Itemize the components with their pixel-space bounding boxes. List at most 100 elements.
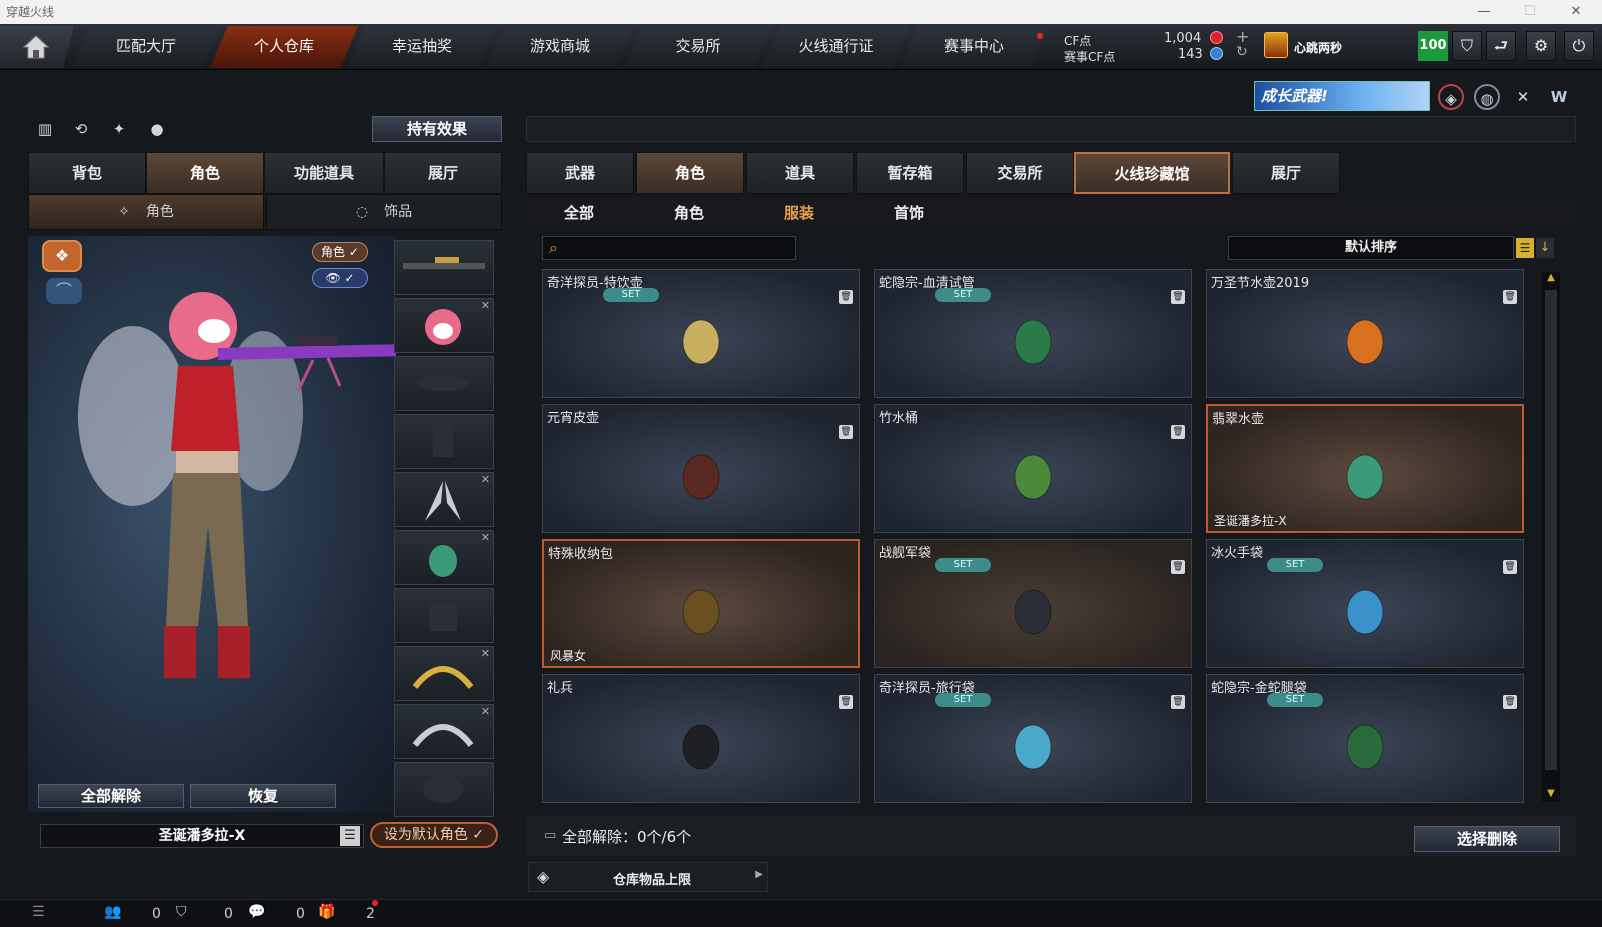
settings-gear-icon[interactable]: ⚙	[1526, 31, 1556, 61]
scroll-down-icon[interactable]: ▼	[1545, 788, 1557, 802]
rotate-icon[interactable]: ⟲	[68, 116, 94, 142]
item-card[interactable]: 蛇隐宗-血清试管 SET 🗑	[874, 269, 1192, 398]
search-input[interactable]: ⌕	[542, 236, 796, 260]
equip-slot-wings[interactable]: ✕	[394, 472, 494, 527]
home-button[interactable]	[0, 26, 74, 68]
remove-head-icon[interactable]: ✕	[481, 299, 490, 312]
expand-arrow-icon[interactable]: ▶	[755, 869, 763, 880]
maximize-icon[interactable]: ☐	[1510, 0, 1550, 24]
delete-icon[interactable]: 🗑	[1171, 425, 1185, 439]
close-icon[interactable]: ✕	[1556, 0, 1596, 24]
nav-tab-personal-storage[interactable]: 个人仓库	[210, 26, 358, 68]
set-default-character-button[interactable]: 设为默认角色 ✓	[370, 822, 498, 848]
right-tab-collection[interactable]: 火线珍藏馆	[1074, 152, 1230, 194]
grid-scrollbar[interactable]: ▲ ▼	[1542, 272, 1560, 802]
delete-icon[interactable]: 🗑	[839, 290, 853, 304]
filter-jewelry[interactable]: 首饰	[894, 202, 924, 223]
right-tab-items[interactable]: 道具	[746, 152, 854, 194]
restore-button[interactable]: 恢复	[190, 784, 336, 808]
left-tab-function-items[interactable]: 功能道具	[264, 152, 384, 194]
delete-icon[interactable]: 🗑	[1503, 560, 1517, 574]
minimize-icon[interactable]: —	[1464, 0, 1504, 24]
right-tab-showroom[interactable]: 展厅	[1232, 152, 1340, 194]
delete-icon[interactable]: 🗑	[1171, 290, 1185, 304]
remove-back-deco-2-icon[interactable]: ✕	[481, 705, 490, 718]
item-card[interactable]: 竹水桶 🗑	[874, 404, 1192, 533]
nav-tab-game-mall[interactable]: 游戏商城	[486, 26, 634, 68]
equip-slot-glasses[interactable]	[394, 356, 494, 411]
release-all-button[interactable]: 全部解除	[38, 784, 184, 808]
nav-tab-battle-pass[interactable]: 火线通行证	[762, 26, 910, 68]
right-tab-temp-box[interactable]: 暂存箱	[856, 152, 964, 194]
character-pose-icon[interactable]: ✦	[106, 116, 132, 142]
delete-icon[interactable]: 🗑	[1503, 695, 1517, 709]
power-icon[interactable]: ⏻	[1564, 31, 1594, 61]
delete-icon[interactable]: 🗑	[839, 425, 853, 439]
remove-back-deco-icon[interactable]: ✕	[481, 647, 490, 660]
left-subtab-accessory[interactable]: ◌ 饰品	[266, 194, 502, 230]
equip-slot-weapon[interactable]	[394, 240, 494, 295]
filter-all[interactable]: 全部	[564, 202, 594, 223]
filter-character[interactable]: 角色	[674, 202, 704, 223]
scroll-thumb[interactable]	[1545, 290, 1557, 770]
owned-effects-button[interactable]: 持有效果	[372, 116, 502, 142]
globe-icon[interactable]: ◍	[1474, 84, 1500, 110]
remove-canteen-icon[interactable]: ✕	[481, 531, 490, 544]
filter-clothing[interactable]: 服装	[784, 202, 814, 223]
clan-shield-icon[interactable]: ⛉	[176, 904, 187, 920]
crossed-swords-icon[interactable]: ✕	[1510, 84, 1536, 110]
grenade-icon[interactable]: ●	[144, 116, 170, 142]
w-emblem-icon[interactable]: W	[1546, 84, 1572, 110]
sort-direction-icon[interactable]: ↓	[1536, 238, 1554, 258]
left-tab-showroom[interactable]: 展厅	[384, 152, 502, 194]
chat-bubble-icon[interactable]: 💬	[248, 904, 265, 920]
right-tab-character[interactable]: 角色	[636, 152, 744, 194]
menu-list-icon[interactable]: ☰	[32, 904, 45, 920]
character-preview[interactable]: ❖ ⌒ 角色 ✓ 👁 ✓	[28, 236, 396, 812]
item-card[interactable]: 冰火手袋 SET 🗑	[1206, 539, 1524, 668]
equip-slot-spray[interactable]	[394, 762, 494, 817]
equip-slot-head[interactable]: ✕	[394, 298, 494, 353]
remove-wings-icon[interactable]: ✕	[481, 473, 490, 486]
shield-icon[interactable]: ⛉	[1452, 31, 1482, 61]
storage-limit-bar[interactable]: ◈ 仓库物品上限 ▶	[528, 862, 768, 892]
equip-slot-vest[interactable]	[394, 414, 494, 469]
delete-icon[interactable]: 🗑	[839, 695, 853, 709]
nav-tab-event-center[interactable]: 赛事中心	[900, 26, 1048, 68]
delete-icon[interactable]: 🗑	[1171, 560, 1185, 574]
item-card[interactable]: 翡翠水壶 圣诞潘多拉-X	[1206, 404, 1524, 533]
username[interactable]: 心跳两秒	[1294, 39, 1342, 56]
nav-tab-exchange[interactable]: 交易所	[624, 26, 772, 68]
item-card[interactable]: 万圣节水壶2019 🗑	[1206, 269, 1524, 398]
equip-slot-back-deco-2[interactable]: ✕	[394, 704, 494, 759]
item-card[interactable]: 奇洋探员-特饮壶 SET 🗑	[542, 269, 860, 398]
equip-slot-canteen[interactable]: ✕	[394, 530, 494, 585]
select-delete-button[interactable]: 选择删除	[1414, 826, 1560, 852]
left-subtab-character[interactable]: ✧ 角色	[28, 194, 264, 230]
nav-tab-match-hall[interactable]: 匹配大厅	[72, 26, 220, 68]
item-card[interactable]: 奇洋探员-旅行袋 SET 🗑	[874, 674, 1192, 803]
item-card[interactable]: 蛇隐宗-金蛇腿袋 SET 🗑	[1206, 674, 1524, 803]
delete-icon[interactable]: 🗑	[1171, 695, 1185, 709]
refresh-cf-icon[interactable]: ↻	[1236, 44, 1248, 60]
item-card[interactable]: 特殊收纳包 风暴女	[542, 539, 860, 668]
right-tab-weapons[interactable]: 武器	[526, 152, 634, 194]
character-list-icon[interactable]: ☰	[340, 826, 360, 846]
item-card[interactable]: 元宵皮壶 🗑	[542, 404, 860, 533]
equip-slot-back-deco[interactable]: ✕	[394, 646, 494, 701]
exit-room-icon[interactable]: ⮐	[1486, 31, 1516, 61]
stats-icon[interactable]: ▥	[32, 116, 58, 142]
level-badge[interactable]: 100	[1418, 31, 1448, 61]
medal-icon[interactable]: ◈	[1438, 84, 1464, 110]
promo-banner[interactable]: 成长武器!	[1254, 81, 1430, 111]
delete-icon[interactable]: 🗑	[1503, 290, 1517, 304]
left-tab-backpack[interactable]: 背包	[28, 152, 146, 194]
left-tab-character[interactable]: 角色	[146, 152, 264, 194]
nav-tab-lucky-draw[interactable]: 幸运抽奖	[348, 26, 496, 68]
friends-icon[interactable]: 👥	[104, 904, 121, 920]
item-card[interactable]: 礼兵 🗑	[542, 674, 860, 803]
sort-list-icon[interactable]: ☰	[1516, 238, 1534, 258]
equip-slot-pouch[interactable]	[394, 588, 494, 643]
sort-dropdown[interactable]: 默认排序	[1228, 236, 1514, 260]
right-tab-exchange[interactable]: 交易所	[966, 152, 1074, 194]
